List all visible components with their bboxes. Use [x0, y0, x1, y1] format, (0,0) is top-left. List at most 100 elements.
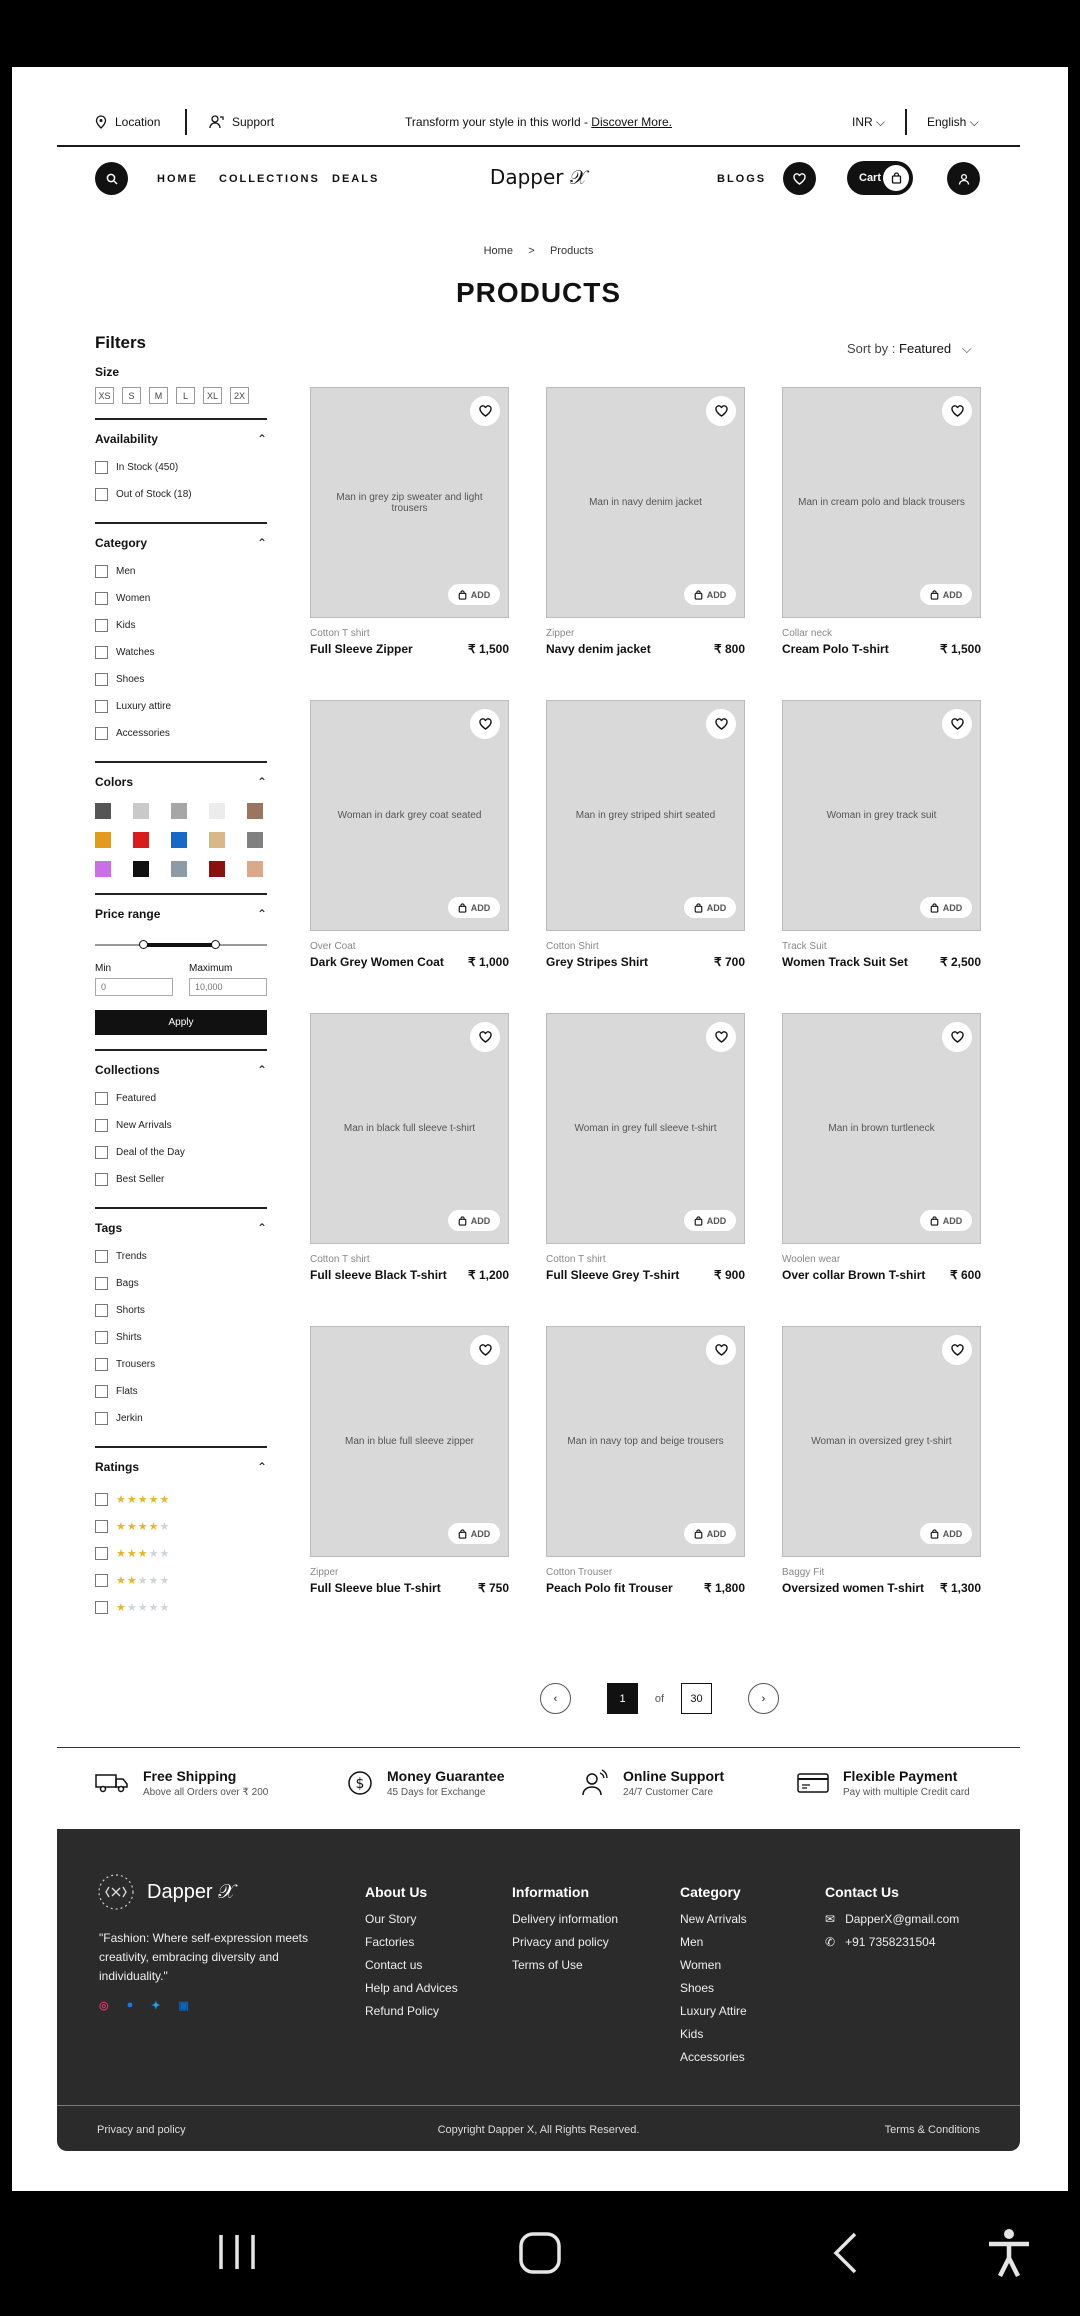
add-to-cart-button[interactable]: ADD: [920, 897, 972, 918]
color-swatch[interactable]: [171, 803, 187, 819]
rating-option[interactable]: ★★★★★: [95, 1567, 267, 1594]
wishlist-heart-button[interactable]: [470, 1022, 500, 1052]
checkbox[interactable]: [95, 1358, 108, 1371]
product-image[interactable]: Man in grey striped shirt seated ADD: [546, 700, 745, 931]
product-image[interactable]: Man in navy denim jacket ADD: [546, 387, 745, 618]
total-pages[interactable]: 30: [681, 1683, 712, 1714]
color-swatch[interactable]: [247, 861, 263, 877]
product-name[interactable]: Oversized women T-shirt: [782, 1581, 924, 1595]
back-icon[interactable]: [830, 2231, 860, 2275]
price-slider[interactable]: [95, 937, 267, 953]
footer-phone-link[interactable]: ✆ +91 7358231504: [825, 1935, 959, 1958]
checkbox[interactable]: [95, 1385, 108, 1398]
wishlist-heart-button[interactable]: [706, 1335, 736, 1365]
slider-min-handle[interactable]: [139, 940, 148, 949]
checkbox-option[interactable]: Luxury attire: [95, 693, 267, 720]
product-name[interactable]: Full Sleeve Zipper: [310, 642, 413, 656]
availability-header[interactable]: Availability ⌃: [95, 430, 267, 448]
product-card[interactable]: Man in brown turtleneck ADD Woolen wear Ove…: [782, 1013, 981, 1326]
checkbox-option[interactable]: Shirts: [95, 1324, 267, 1351]
product-card[interactable]: Woman in dark grey coat seated ADD Over Co…: [310, 700, 509, 1013]
footer-link[interactable]: Luxury Attire: [680, 2004, 747, 2027]
footer-link[interactable]: Kids: [680, 2027, 747, 2050]
product-name[interactable]: Women Track Suit Set: [782, 955, 908, 969]
product-card[interactable]: Man in navy top and beige trousers ADD Cot…: [546, 1326, 745, 1639]
account-button[interactable]: [947, 162, 980, 195]
color-swatch[interactable]: [247, 832, 263, 848]
product-image[interactable]: Woman in oversized grey t-shirt ADD: [782, 1326, 981, 1557]
product-name[interactable]: Over collar Brown T-shirt: [782, 1268, 925, 1282]
checkbox[interactable]: [95, 1173, 108, 1186]
checkbox-option[interactable]: Women: [95, 585, 267, 612]
checkbox-option[interactable]: Trousers: [95, 1351, 267, 1378]
terms-link[interactable]: Terms & Conditions: [885, 2124, 980, 2136]
max-price-input[interactable]: [189, 978, 267, 996]
add-to-cart-button[interactable]: ADD: [684, 584, 736, 605]
color-swatch[interactable]: [171, 861, 187, 877]
color-swatch[interactable]: [209, 832, 225, 848]
product-image[interactable]: Man in cream polo and black trousers ADD: [782, 387, 981, 618]
checkbox[interactable]: [95, 673, 108, 686]
checkbox[interactable]: [95, 1601, 108, 1614]
checkbox-option[interactable]: Flats: [95, 1378, 267, 1405]
sort-dropdown[interactable]: Sort by : Featured ⌵: [847, 341, 972, 357]
accessibility-icon[interactable]: [985, 2227, 1033, 2279]
add-to-cart-button[interactable]: ADD: [448, 897, 500, 918]
checkbox[interactable]: [95, 565, 108, 578]
product-image[interactable]: Man in navy top and beige trousers ADD: [546, 1326, 745, 1557]
checkbox-option[interactable]: New Arrivals: [95, 1112, 267, 1139]
twitter-icon[interactable]: ✦: [151, 1999, 160, 2012]
currency-select[interactable]: INR ⌵: [852, 115, 885, 130]
footer-link[interactable]: Refund Policy: [365, 2004, 458, 2027]
checkbox-option[interactable]: Bags: [95, 1270, 267, 1297]
product-name[interactable]: Full Sleeve blue T-shirt: [310, 1581, 441, 1595]
footer-link[interactable]: New Arrivals: [680, 1912, 747, 1935]
colors-header[interactable]: Colors ⌃: [95, 773, 267, 791]
checkbox[interactable]: [95, 700, 108, 713]
checkbox[interactable]: [95, 1304, 108, 1317]
prev-page-button[interactable]: ‹: [540, 1683, 571, 1714]
color-swatch[interactable]: [133, 832, 149, 848]
ratings-header[interactable]: Ratings ⌃: [95, 1458, 267, 1476]
breadcrumb-home[interactable]: Home: [484, 245, 513, 257]
rating-option[interactable]: ★★★★★: [95, 1594, 267, 1621]
checkbox[interactable]: [95, 646, 108, 659]
min-price-input[interactable]: [95, 978, 173, 996]
add-to-cart-button[interactable]: ADD: [920, 584, 972, 605]
product-card[interactable]: Woman in grey track suit ADD Track Suit Wom…: [782, 700, 981, 1013]
add-to-cart-button[interactable]: ADD: [448, 584, 500, 605]
product-image[interactable]: Man in black full sleeve t-shirt ADD: [310, 1013, 509, 1244]
rating-option[interactable]: ★★★★★: [95, 1513, 267, 1540]
checkbox[interactable]: [95, 1119, 108, 1132]
footer-link[interactable]: Contact us: [365, 1958, 458, 1981]
size-chip[interactable]: M: [149, 387, 168, 404]
checkbox[interactable]: [95, 727, 108, 740]
size-chip[interactable]: XS: [95, 387, 114, 404]
product-card[interactable]: Man in cream polo and black trousers ADD C…: [782, 387, 981, 700]
checkbox-option[interactable]: Best Seller: [95, 1166, 267, 1193]
checkbox-option[interactable]: Accessories: [95, 720, 267, 747]
product-name[interactable]: Peach Polo fit Trouser: [546, 1581, 673, 1595]
cart-button[interactable]: Cart: [847, 161, 913, 195]
footer-link[interactable]: Accessories: [680, 2050, 747, 2073]
wishlist-button[interactable]: [783, 162, 816, 195]
size-chip[interactable]: L: [176, 387, 195, 404]
size-chip[interactable]: S: [122, 387, 141, 404]
collections-header[interactable]: Collections ⌃: [95, 1061, 267, 1079]
product-name[interactable]: Full Sleeve Grey T-shirt: [546, 1268, 679, 1282]
tags-header[interactable]: Tags ⌃: [95, 1219, 267, 1237]
checkbox[interactable]: [95, 1092, 108, 1105]
product-card[interactable]: Man in blue full sleeve zipper ADD Zipper F…: [310, 1326, 509, 1639]
wishlist-heart-button[interactable]: [706, 1022, 736, 1052]
wishlist-heart-button[interactable]: [706, 396, 736, 426]
checkbox[interactable]: [95, 1331, 108, 1344]
product-image[interactable]: Man in brown turtleneck ADD: [782, 1013, 981, 1244]
color-swatch[interactable]: [95, 803, 111, 819]
checkbox-option[interactable]: Jerkin: [95, 1405, 267, 1432]
current-page[interactable]: 1: [607, 1683, 638, 1714]
wishlist-heart-button[interactable]: [942, 396, 972, 426]
color-swatch[interactable]: [133, 861, 149, 877]
checkbox-option[interactable]: Trends: [95, 1243, 267, 1270]
footer-email-link[interactable]: ✉ DapperX@gmail.com: [825, 1912, 959, 1935]
product-card[interactable]: Woman in oversized grey t-shirt ADD Baggy …: [782, 1326, 981, 1639]
